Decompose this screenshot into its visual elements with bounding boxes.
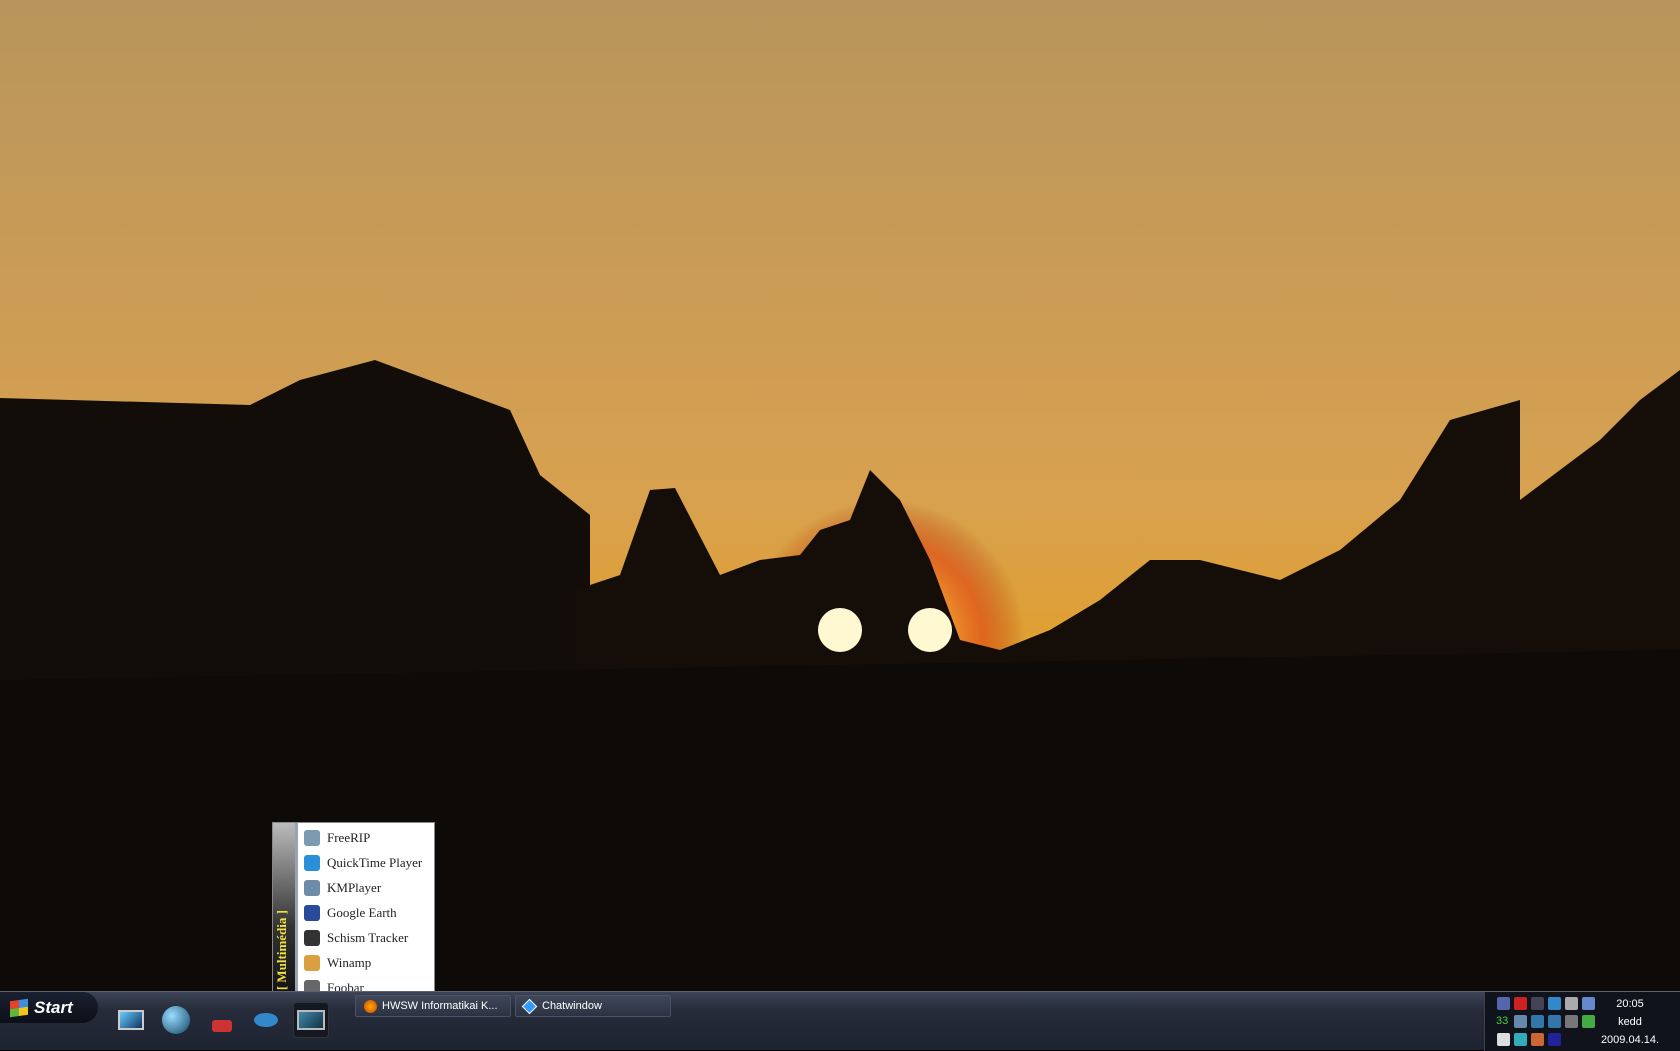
mouse-icon[interactable] (1497, 1033, 1510, 1046)
network-icon[interactable] (1531, 997, 1544, 1010)
speaker-icon[interactable] (1565, 1015, 1578, 1028)
kmplayer-icon (304, 879, 320, 896)
desktop-wallpaper (0, 0, 1680, 991)
menu-item-label: Winamp (327, 954, 372, 970)
winamp-icon (304, 954, 320, 971)
firefox-icon (364, 999, 377, 1013)
volume-icon[interactable] (1531, 1033, 1544, 1046)
task-label: HWSW Informatikai K... (382, 1000, 498, 1012)
clock-day: kedd (1618, 1016, 1642, 1028)
l-icon[interactable] (1514, 1033, 1527, 1046)
menu-item-label: FreeRIP (327, 829, 371, 845)
clock-time[interactable]: 20:05 (1590, 998, 1670, 1010)
menu-item-freerip[interactable]: FreeRIP (298, 825, 434, 850)
quicklaunch-joystick-icon[interactable] (204, 1002, 240, 1038)
windows-logo-icon (10, 998, 28, 1017)
task-label: Chatwindow (542, 1000, 602, 1012)
quicktime-icon (304, 854, 320, 871)
menu-item-quicktime-player[interactable]: QuickTime Player (298, 850, 434, 875)
info-icon[interactable] (1531, 1015, 1544, 1028)
power-icon[interactable] (1582, 997, 1595, 1010)
cd-icon[interactable] (1565, 997, 1578, 1010)
link-icon[interactable] (1548, 997, 1561, 1010)
chat-icon (521, 998, 538, 1014)
menu-item-label: Google Earth (327, 904, 397, 920)
app-icon[interactable] (1497, 997, 1510, 1010)
quicklaunch-mouse-icon[interactable] (248, 1002, 284, 1038)
network-computers-icon[interactable] (1514, 1015, 1527, 1028)
menu-item-label: KMPlayer (327, 879, 382, 895)
menu-item-label: Schism Tracker (327, 929, 409, 945)
shield-icon[interactable] (1548, 1033, 1561, 1046)
menu-item-label: QuickTime Player (327, 854, 423, 870)
recycle-icon[interactable] (1582, 1015, 1595, 1028)
ati-icon[interactable] (1514, 997, 1527, 1010)
schism-tracker-icon (304, 929, 320, 946)
start-label: Start (34, 997, 73, 1017)
menu-title: [ Multimédia ] (274, 909, 289, 990)
clock-date: 2009.04.14. (1600, 1034, 1660, 1046)
menu-item-schism-tracker[interactable]: Schism Tracker (298, 925, 434, 950)
menu-title-strip: [ Multimédia ] (273, 823, 295, 996)
task-button-chatwindow[interactable]: Chatwindow (515, 995, 671, 1017)
a-icon[interactable] (1548, 1015, 1561, 1028)
multimedia-menu: [ Multimédia ] FreeRIP QuickTime Player KM… (272, 822, 435, 997)
quicklaunch-globe-icon[interactable] (158, 1002, 194, 1038)
task-button-hwsw[interactable]: HWSW Informatikai K... (355, 995, 511, 1017)
freerip-icon (304, 829, 320, 846)
tray-counter: 33 (1496, 1015, 1509, 1027)
quicklaunch-monitor-icon[interactable] (113, 1002, 149, 1038)
google-earth-icon (304, 904, 320, 921)
menu-item-winamp[interactable]: Winamp (298, 950, 434, 975)
quicklaunch-display-icon[interactable] (293, 1002, 329, 1038)
menu-item-google-earth[interactable]: Google Earth (298, 900, 434, 925)
system-tray: 20:05 kedd 2009.04.14. 33 (1484, 992, 1680, 1051)
start-button[interactable]: Start (0, 992, 98, 1023)
taskbar: Start HWSW Informatikai K... Chatwindow … (0, 991, 1680, 1051)
menu-item-kmplayer[interactable]: KMPlayer (298, 875, 434, 900)
